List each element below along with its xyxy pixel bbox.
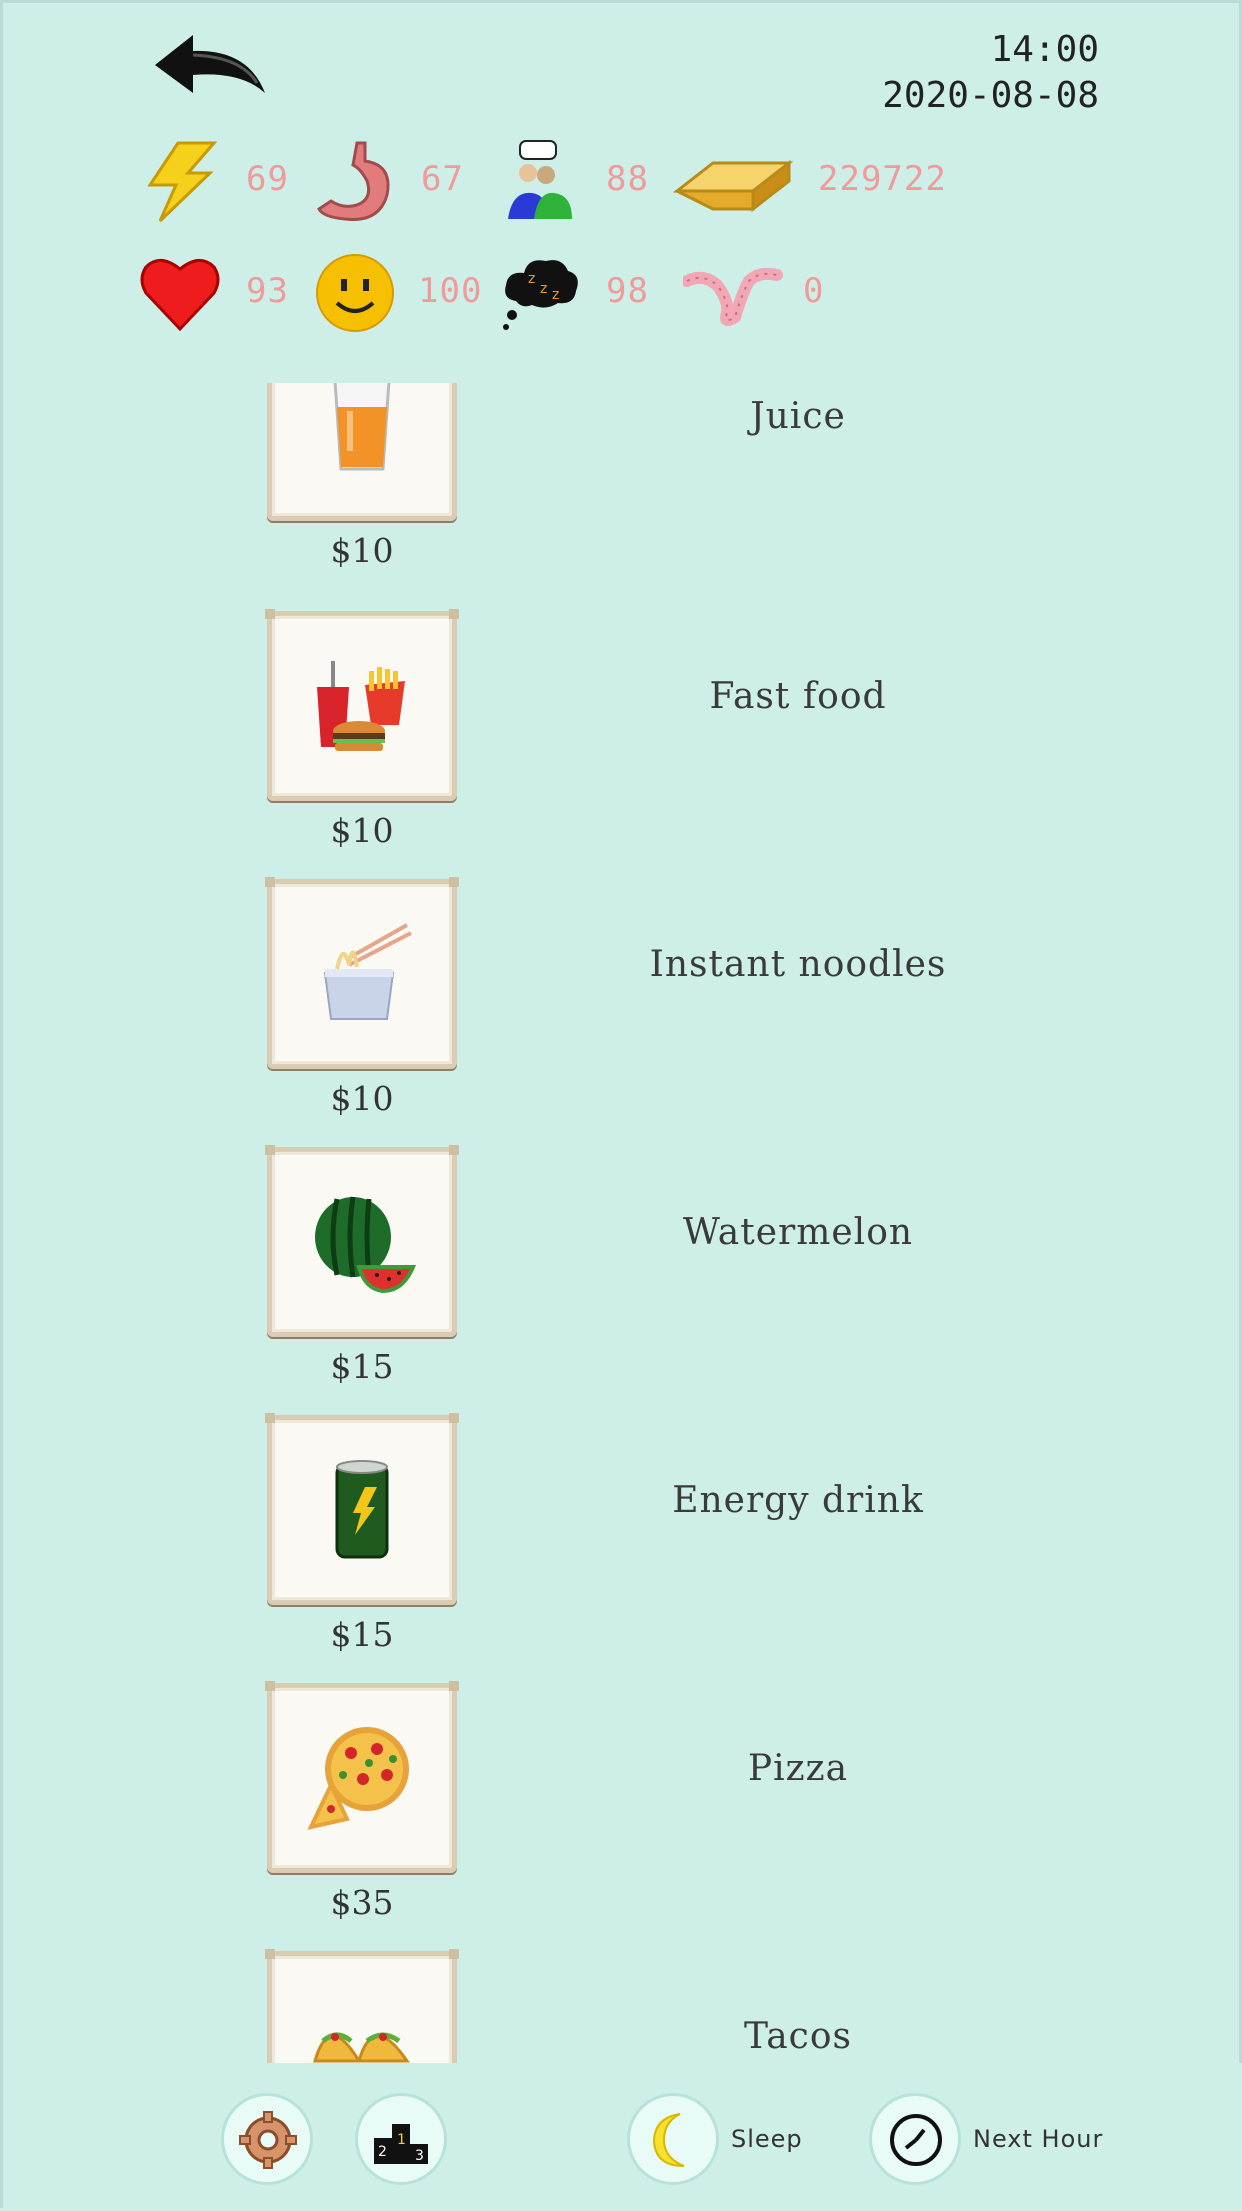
- pizza-icon: [307, 1727, 409, 1830]
- svg-text:z: z: [540, 281, 547, 297]
- clock-time: 14:00: [990, 29, 1099, 70]
- item-name: Instant noodles: [649, 944, 947, 985]
- list-item[interactable]: $10 Fast food: [3, 609, 1242, 879]
- list-item[interactable]: $15 Watermelon: [3, 1145, 1242, 1415]
- svg-text:z: z: [552, 287, 559, 303]
- next-hour-button[interactable]: [869, 2093, 961, 2185]
- watermelon-icon: [315, 1196, 417, 1294]
- juice-icon: [333, 383, 391, 471]
- sleep-cloud-icon: z z z: [503, 260, 578, 330]
- item-thumbnail[interactable]: [265, 1145, 459, 1337]
- clock-date: 2020-08-08: [882, 75, 1099, 116]
- leaderboard-button[interactable]: 2 1 3: [355, 2093, 447, 2185]
- item-price: $15: [330, 1615, 394, 1654]
- stat-hunger-value: 67: [421, 159, 464, 199]
- sleep-label[interactable]: Sleep: [731, 2125, 803, 2153]
- item-name: Pizza: [747, 1748, 849, 1789]
- list-item[interactable]: Tacos: [3, 1949, 1242, 2063]
- item-name: Tacos: [744, 2016, 852, 2057]
- item-thumbnail[interactable]: [265, 1681, 459, 1873]
- svg-text:z: z: [528, 271, 535, 287]
- settings-button[interactable]: [221, 2093, 313, 2185]
- item-price: $15: [330, 1347, 394, 1386]
- social-people-icon: [508, 140, 572, 219]
- item-thumbnail[interactable]: [267, 383, 457, 521]
- item-price: $10: [330, 531, 394, 570]
- gold-bar-icon: [673, 159, 793, 213]
- stat-sleep-value: 98: [606, 271, 649, 311]
- energy-drink-icon: [335, 1460, 389, 1559]
- stat-energy-value: 69: [246, 159, 289, 199]
- stat-health-value: 93: [246, 271, 289, 311]
- fast-food-icon: [317, 661, 405, 751]
- item-price: $10: [330, 811, 394, 850]
- item-thumbnail[interactable]: [265, 609, 459, 801]
- app-screen: 14:00 2020-08-08 69 67 88 229722 93 100 …: [0, 0, 1242, 2211]
- list-item[interactable]: $15 Energy drink: [3, 1413, 1242, 1683]
- item-name: Fast food: [709, 676, 887, 717]
- svg-text:3: 3: [415, 2148, 424, 2164]
- item-name: Energy drink: [672, 1480, 924, 1521]
- item-thumbnail[interactable]: [265, 877, 459, 1069]
- list-item[interactable]: $35 Pizza: [3, 1681, 1242, 1951]
- shop-item-list[interactable]: $10 Juice $10 Fast food $10 Instant nood…: [3, 383, 1242, 2063]
- gear-icon: [239, 2111, 297, 2169]
- clock-icon: [890, 2114, 942, 2166]
- stat-money-value: 229722: [818, 159, 947, 199]
- next-hour-label[interactable]: Next Hour: [973, 2125, 1103, 2153]
- item-name: Watermelon: [682, 1212, 914, 1253]
- sleep-button[interactable]: [627, 2093, 719, 2185]
- lightning-icon: [147, 141, 218, 223]
- instant-noodles-icon: [323, 923, 412, 1020]
- leaderboard-icon: 2 1 3: [374, 2124, 428, 2164]
- stat-mood-value: 100: [418, 271, 483, 311]
- back-arrow-icon: [155, 35, 265, 93]
- list-item[interactable]: $10 Juice: [3, 383, 1242, 599]
- moon-icon: [652, 2113, 685, 2167]
- svg-text:2: 2: [378, 2144, 387, 2160]
- item-price: $35: [330, 1883, 394, 1922]
- heart-icon: [140, 259, 220, 332]
- svg-text:1: 1: [397, 2132, 406, 2148]
- list-item[interactable]: $10 Instant noodles: [3, 877, 1242, 1147]
- stat-worm-value: 0: [803, 271, 825, 311]
- item-thumbnail[interactable]: [265, 1949, 459, 2063]
- game-clock: 14:00 2020-08-08: [882, 27, 1099, 119]
- bottom-toolbar: 2 1 3 Sleep Next Hour: [3, 2063, 1242, 2211]
- tacos-icon: [313, 2032, 410, 2063]
- item-name: Juice: [750, 396, 846, 437]
- smiley-icon: [316, 254, 394, 332]
- stomach-icon: [317, 141, 390, 221]
- worm-icon: [683, 267, 783, 327]
- back-button[interactable]: [153, 31, 268, 106]
- item-thumbnail[interactable]: [265, 1413, 459, 1605]
- item-price: $10: [330, 1079, 394, 1118]
- stat-social-value: 88: [606, 159, 649, 199]
